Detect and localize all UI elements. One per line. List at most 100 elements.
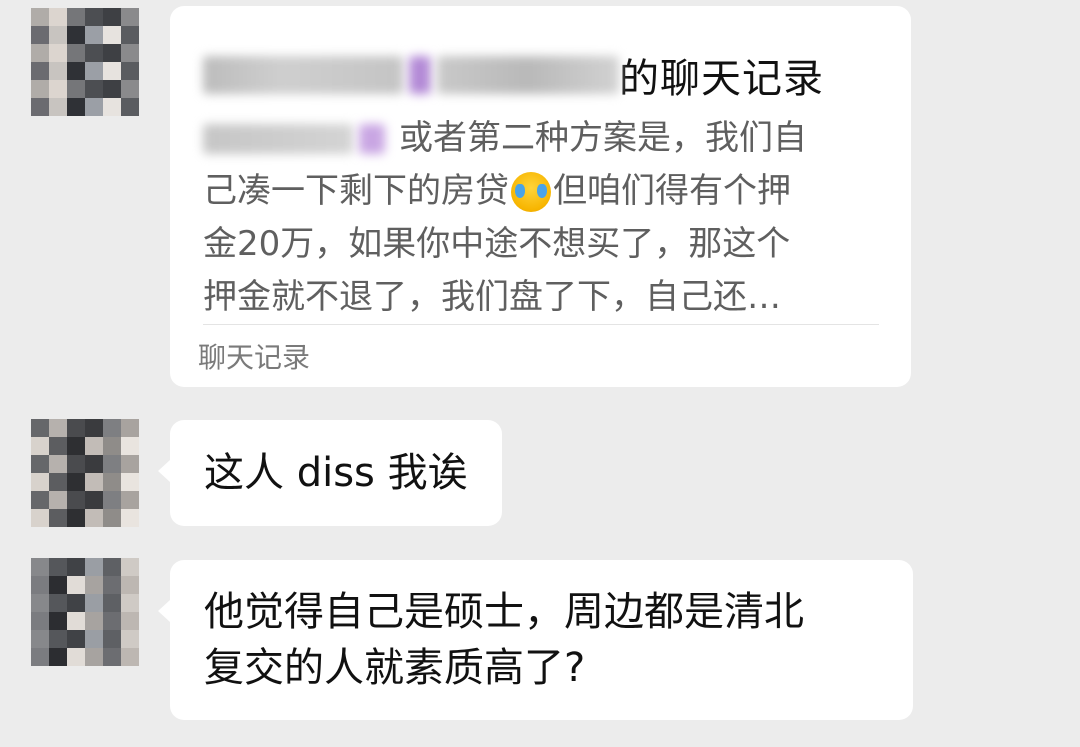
avatar-pixel (121, 62, 139, 80)
avatar-pixel (85, 44, 103, 62)
summary-line-2b: 但咱们得有个押 (553, 171, 791, 211)
avatar-pixel (49, 98, 67, 116)
avatar-pixel (103, 594, 121, 612)
avatar-pixel (67, 419, 85, 437)
avatar-pixel (85, 26, 103, 44)
sender-avatar[interactable] (31, 558, 139, 666)
avatar-pixel (49, 576, 67, 594)
avatar-pixel (49, 26, 67, 44)
avatar-pixel (49, 8, 67, 26)
avatar-pixel (103, 455, 121, 473)
avatar-pixel (49, 558, 67, 576)
avatar-pixel (121, 509, 139, 527)
avatar-pixel (121, 26, 139, 44)
blurred-emoji (359, 123, 385, 154)
avatar-pixel (31, 612, 49, 630)
avatar-pixel (85, 594, 103, 612)
blurred-name (203, 56, 403, 94)
avatar-pixel (103, 509, 121, 527)
summary-line-4: 押金就不退了，我们盘了下，自己还… (203, 277, 781, 317)
avatar-pixel (67, 558, 85, 576)
summary-line-1: 或者第二种方案是，我们自 (399, 118, 807, 158)
avatar-pixel (31, 437, 49, 455)
avatar-pixel (85, 62, 103, 80)
avatar-pixel (85, 648, 103, 666)
avatar-pixel (49, 491, 67, 509)
avatar-pixel (31, 44, 49, 62)
avatar-pixel (49, 473, 67, 491)
chat-record-footer: 聊天记录 (198, 341, 311, 374)
sender-avatar[interactable] (31, 8, 139, 116)
avatar-pixel (85, 419, 103, 437)
avatar-pixel (121, 80, 139, 98)
avatar-pixel (85, 98, 103, 116)
avatar-pixel (103, 62, 121, 80)
avatar-pixel (121, 648, 139, 666)
avatar-pixel (67, 612, 85, 630)
avatar-pixel (121, 594, 139, 612)
avatar-pixel (85, 509, 103, 527)
avatar-pixel (31, 98, 49, 116)
avatar-pixel (103, 26, 121, 44)
avatar-pixel (121, 576, 139, 594)
avatar-pixel (121, 8, 139, 26)
avatar-pixel (67, 594, 85, 612)
avatar-pixel (31, 80, 49, 98)
avatar-pixel (103, 98, 121, 116)
avatar-pixel (67, 80, 85, 98)
avatar-pixel (49, 62, 67, 80)
avatar-pixel (67, 509, 85, 527)
message-bubble[interactable]: 这人 diss 我诶 (158, 420, 502, 526)
avatar-pixel (49, 437, 67, 455)
message-line-2: 复交的人就素质高了? (204, 645, 586, 691)
avatar-pixel (121, 630, 139, 648)
avatar-pixel (31, 509, 49, 527)
avatar-pixel (31, 491, 49, 509)
avatar-pixel (31, 630, 49, 648)
avatar-pixel (67, 630, 85, 648)
avatar-pixel (31, 648, 49, 666)
avatar-pixel (67, 8, 85, 26)
avatar-pixel (31, 62, 49, 80)
avatar-pixel (85, 630, 103, 648)
chat-record-card[interactable]: 的聊天记录 或者第二种方案是，我们自 己凑一下剩下的房贷 但咱们得有个押 金20… (170, 6, 911, 387)
crying-laughing-emoji-icon (511, 171, 551, 212)
avatar-pixel (67, 26, 85, 44)
avatar-pixel (103, 44, 121, 62)
avatar-pixel (121, 437, 139, 455)
avatar-pixel (49, 648, 67, 666)
avatar-pixel (121, 491, 139, 509)
avatar-pixel (49, 419, 67, 437)
avatar-pixel (31, 594, 49, 612)
avatar-pixel (85, 612, 103, 630)
chat-record-title-text: 的聊天记录 (619, 56, 824, 102)
avatar-pixel (31, 419, 49, 437)
avatar-pixel (31, 576, 49, 594)
avatar-pixel (121, 612, 139, 630)
avatar-pixel (85, 8, 103, 26)
avatar-pixel (31, 8, 49, 26)
avatar-pixel (103, 630, 121, 648)
message-text: 这人 diss 我诶 (204, 450, 468, 496)
avatar-pixel (103, 612, 121, 630)
sender-avatar[interactable] (31, 419, 139, 527)
avatar-pixel (49, 612, 67, 630)
avatar-pixel (67, 44, 85, 62)
avatar-pixel (103, 437, 121, 455)
avatar-pixel (85, 80, 103, 98)
avatar-pixel (31, 455, 49, 473)
message-bubble[interactable]: 他觉得自己是硕士，周边都是清北 复交的人就素质高了? (158, 560, 913, 720)
avatar-pixel (85, 455, 103, 473)
avatar-pixel (103, 419, 121, 437)
avatar-pixel (121, 98, 139, 116)
avatar-pixel (31, 473, 49, 491)
avatar-pixel (31, 26, 49, 44)
avatar-pixel (85, 558, 103, 576)
avatar-pixel (103, 473, 121, 491)
avatar-pixel (103, 8, 121, 26)
avatar-pixel (85, 473, 103, 491)
avatar-pixel (121, 558, 139, 576)
avatar-pixel (121, 473, 139, 491)
avatar-pixel (103, 648, 121, 666)
avatar-pixel (67, 437, 85, 455)
